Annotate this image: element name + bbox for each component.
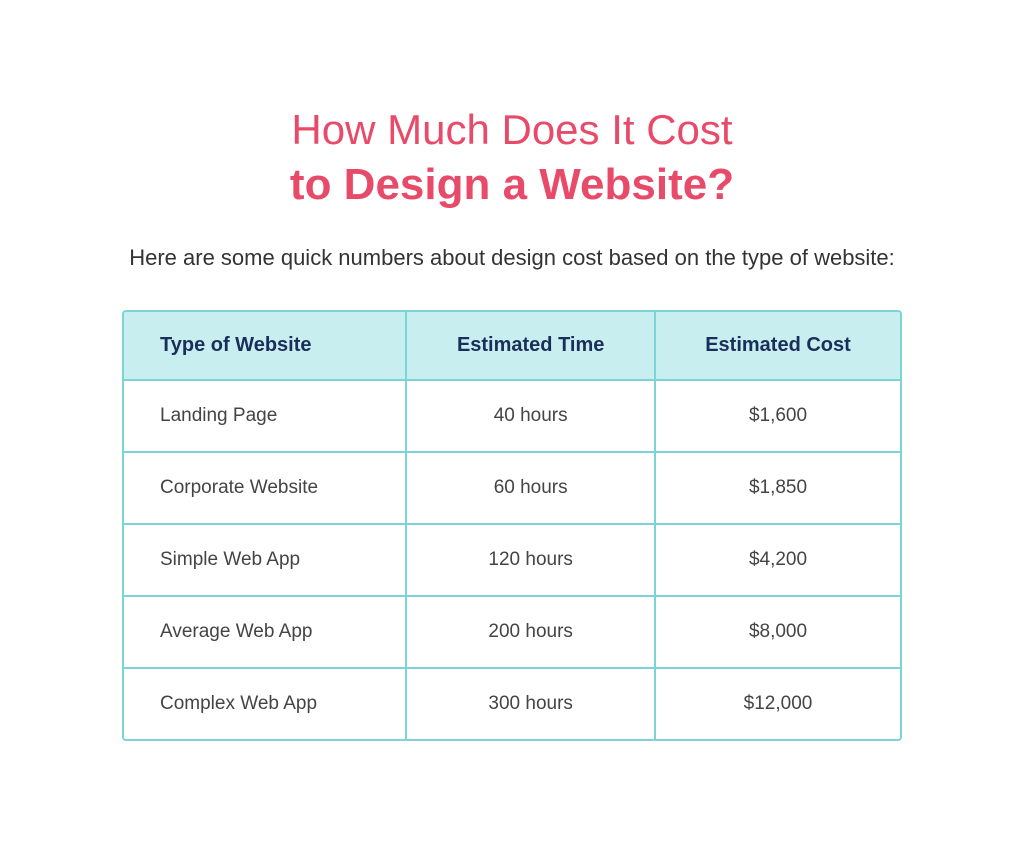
cell-type: Landing Page <box>124 380 406 452</box>
cell-time: 60 hours <box>406 452 655 524</box>
cell-time: 40 hours <box>406 380 655 452</box>
cell-type: Average Web App <box>124 596 406 668</box>
table-row: Average Web App200 hours$8,000 <box>124 596 900 668</box>
cell-time: 200 hours <box>406 596 655 668</box>
cell-cost: $1,850 <box>655 452 900 524</box>
pricing-table: Type of Website Estimated Time Estimated… <box>124 312 900 739</box>
cell-time: 120 hours <box>406 524 655 596</box>
col-header-time: Estimated Time <box>406 312 655 380</box>
cell-cost: $12,000 <box>655 668 900 739</box>
table-row: Landing Page40 hours$1,600 <box>124 380 900 452</box>
cell-type: Corporate Website <box>124 452 406 524</box>
table-body: Landing Page40 hours$1,600Corporate Webs… <box>124 380 900 739</box>
cell-type: Simple Web App <box>124 524 406 596</box>
main-container: How Much Does It Cost to Design a Websit… <box>102 65 922 781</box>
title-line1: How Much Does It Cost <box>122 105 902 155</box>
table-row: Simple Web App120 hours$4,200 <box>124 524 900 596</box>
col-header-type: Type of Website <box>124 312 406 380</box>
col-header-cost: Estimated Cost <box>655 312 900 380</box>
table-header-row: Type of Website Estimated Time Estimated… <box>124 312 900 380</box>
cell-type: Complex Web App <box>124 668 406 739</box>
title-line2: to Design a Website? <box>122 156 902 213</box>
cell-time: 300 hours <box>406 668 655 739</box>
cell-cost: $8,000 <box>655 596 900 668</box>
table-row: Corporate Website60 hours$1,850 <box>124 452 900 524</box>
subtitle: Here are some quick numbers about design… <box>122 241 902 274</box>
cell-cost: $4,200 <box>655 524 900 596</box>
cell-cost: $1,600 <box>655 380 900 452</box>
table-row: Complex Web App300 hours$12,000 <box>124 668 900 739</box>
pricing-table-wrapper: Type of Website Estimated Time Estimated… <box>122 310 902 741</box>
